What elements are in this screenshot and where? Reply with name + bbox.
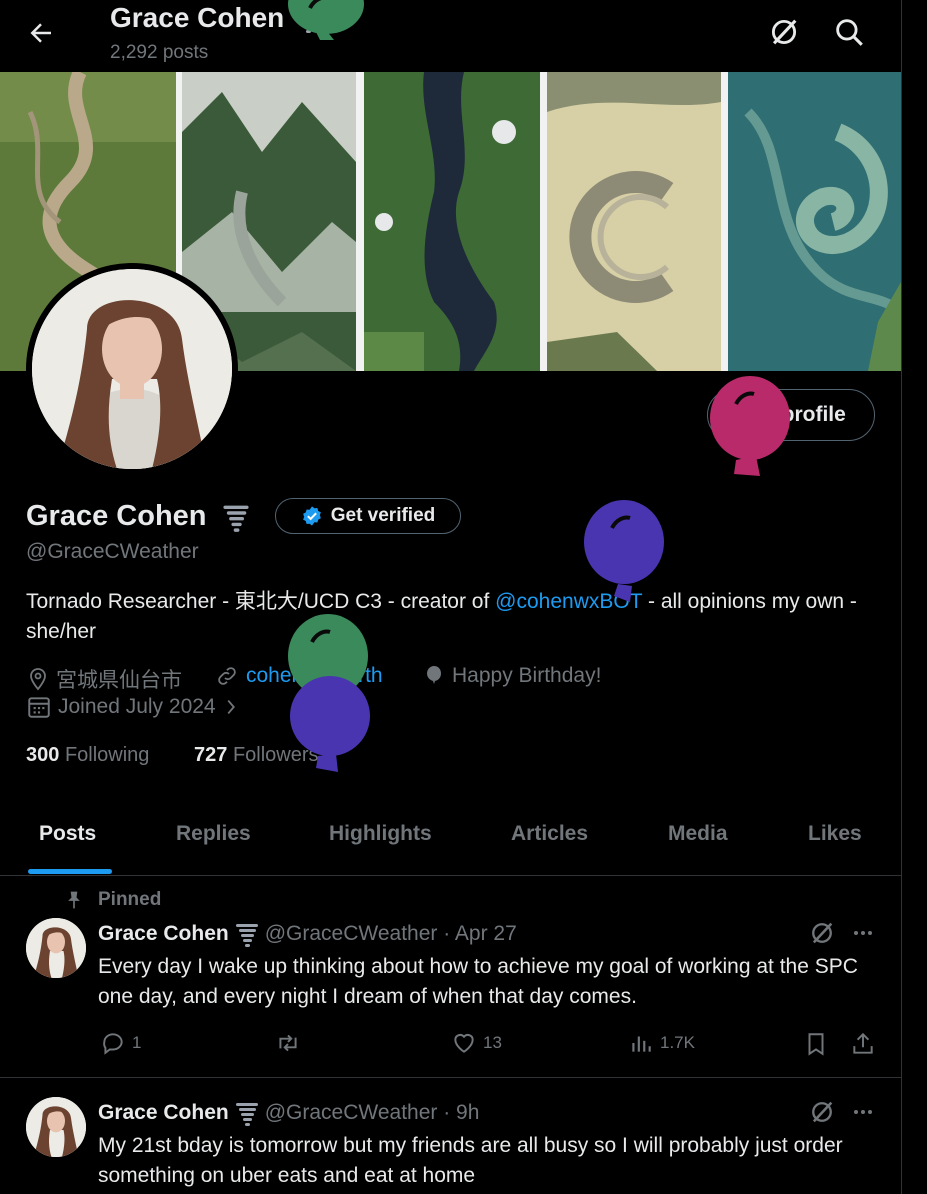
location-text: 宮城県仙台市 xyxy=(56,669,182,692)
active-tab-indicator xyxy=(28,869,112,874)
header-name-text: Grace Cohen xyxy=(110,2,285,33)
bookmark-icon[interactable] xyxy=(803,1030,829,1058)
tab-articles[interactable]: Articles xyxy=(511,822,588,846)
avatar-portrait-icon xyxy=(26,918,86,978)
like-count: 13 xyxy=(483,1033,502,1052)
avatar-portrait-icon xyxy=(32,269,232,469)
birthday-balloon-icon xyxy=(290,676,370,772)
balloon-icon xyxy=(427,666,441,684)
profile-column: Grace Cohen 2,292 posts Edit profile Gra… xyxy=(0,0,902,1194)
birthday-balloon-icon xyxy=(288,0,364,40)
post-header: Grace Cohen @GraceCWeather · 9h xyxy=(98,1099,479,1127)
banner-divider xyxy=(721,72,728,371)
search-icon[interactable] xyxy=(832,15,866,49)
profile-birthday: Happy Birthday! xyxy=(422,664,601,688)
view-count: 1.7K xyxy=(660,1033,695,1052)
tabs-divider xyxy=(0,875,901,876)
display-name: Grace Cohen xyxy=(26,500,251,533)
like-button[interactable]: 13 xyxy=(451,1030,502,1056)
heart-icon xyxy=(454,1033,474,1053)
pin-icon xyxy=(68,891,80,909)
back-arrow-icon[interactable] xyxy=(26,18,56,48)
tornado-emoji-icon xyxy=(235,1103,258,1126)
more-options-icon[interactable] xyxy=(850,921,876,945)
profile-joined[interactable]: Joined July 2024 xyxy=(26,694,240,720)
birthday-text: Happy Birthday! xyxy=(452,664,602,687)
post-divider xyxy=(0,1077,901,1078)
profile-location: 宮城県仙台市 xyxy=(26,664,182,694)
calendar-icon xyxy=(28,697,50,718)
location-pin-icon xyxy=(30,668,46,691)
post-author-name[interactable]: Grace Cohen xyxy=(98,1101,229,1125)
post-avatar[interactable] xyxy=(26,918,86,978)
repost-button[interactable] xyxy=(274,1030,302,1056)
tab-media[interactable]: Media xyxy=(668,822,728,846)
banner-panel-desert-city-icon xyxy=(547,72,721,371)
link-icon xyxy=(218,667,236,685)
birthday-balloon-icon xyxy=(710,376,790,476)
banner-divider xyxy=(540,72,547,371)
tornado-emoji-icon xyxy=(235,924,258,947)
repost-icon xyxy=(279,1034,297,1052)
banner-panel-ocean-swirl-icon xyxy=(728,72,901,371)
post-header: Grace Cohen @GraceCWeather · Apr 27 xyxy=(98,920,517,948)
banner-panel-lake-icon xyxy=(364,72,540,371)
chevron-right-icon xyxy=(227,699,235,715)
post-handle-date: @GraceCWeather · Apr 27 xyxy=(264,922,517,945)
followers-count: 727 xyxy=(194,744,228,766)
post-text: My 21st bday is tomorrow but my friends … xyxy=(98,1134,843,1187)
analytics-icon xyxy=(632,1036,651,1052)
bio-text: Tornado Researcher - 東北大/UCD C3 - creato… xyxy=(26,590,496,613)
tab-likes[interactable]: Likes xyxy=(808,822,862,846)
reply-icon xyxy=(103,1033,123,1055)
profile-avatar[interactable] xyxy=(26,263,238,475)
birthday-balloon-icon xyxy=(584,500,664,602)
avatar-photo xyxy=(32,269,232,469)
tab-replies[interactable]: Replies xyxy=(176,822,251,846)
post-author-name[interactable]: Grace Cohen xyxy=(98,922,229,946)
grok-icon[interactable] xyxy=(808,1098,836,1126)
grok-icon[interactable] xyxy=(808,919,836,947)
header-post-count: 2,292 posts xyxy=(110,42,209,63)
following-count: 300 xyxy=(26,744,60,766)
pinned-label: Pinned xyxy=(98,889,162,910)
get-verified-button[interactable]: Get verified xyxy=(275,498,461,534)
display-name-text: Grace Cohen xyxy=(26,500,207,532)
following-label: Following xyxy=(64,744,150,766)
profile-handle: @GraceCWeather xyxy=(26,540,199,563)
more-options-icon[interactable] xyxy=(850,1100,876,1124)
post-avatar[interactable] xyxy=(26,1097,86,1157)
avatar-portrait-icon xyxy=(26,1097,86,1157)
banner-divider xyxy=(356,72,364,371)
post-handle-date: @GraceCWeather · 9h xyxy=(264,1101,480,1124)
reply-button[interactable]: 1 xyxy=(100,1030,141,1056)
top-bar: Grace Cohen 2,292 posts xyxy=(0,0,901,72)
verified-badge-icon xyxy=(302,506,321,526)
profile-bio: Tornado Researcher - 東北大/UCD C3 - creato… xyxy=(26,587,886,647)
grok-icon[interactable] xyxy=(767,15,801,49)
get-verified-label: Get verified xyxy=(330,505,436,526)
share-icon[interactable] xyxy=(850,1030,876,1058)
tab-posts[interactable]: Posts xyxy=(39,822,96,846)
following-stat[interactable]: 300 Following xyxy=(26,744,149,767)
tornado-emoji-icon xyxy=(222,505,249,533)
reply-count: 1 xyxy=(132,1033,142,1052)
tab-highlights[interactable]: Highlights xyxy=(329,822,432,846)
joined-text: Joined July 2024 xyxy=(58,695,216,718)
post-text: Every day I wake up thinking about how t… xyxy=(98,955,858,1008)
views-button[interactable]: 1.7K xyxy=(628,1030,695,1056)
